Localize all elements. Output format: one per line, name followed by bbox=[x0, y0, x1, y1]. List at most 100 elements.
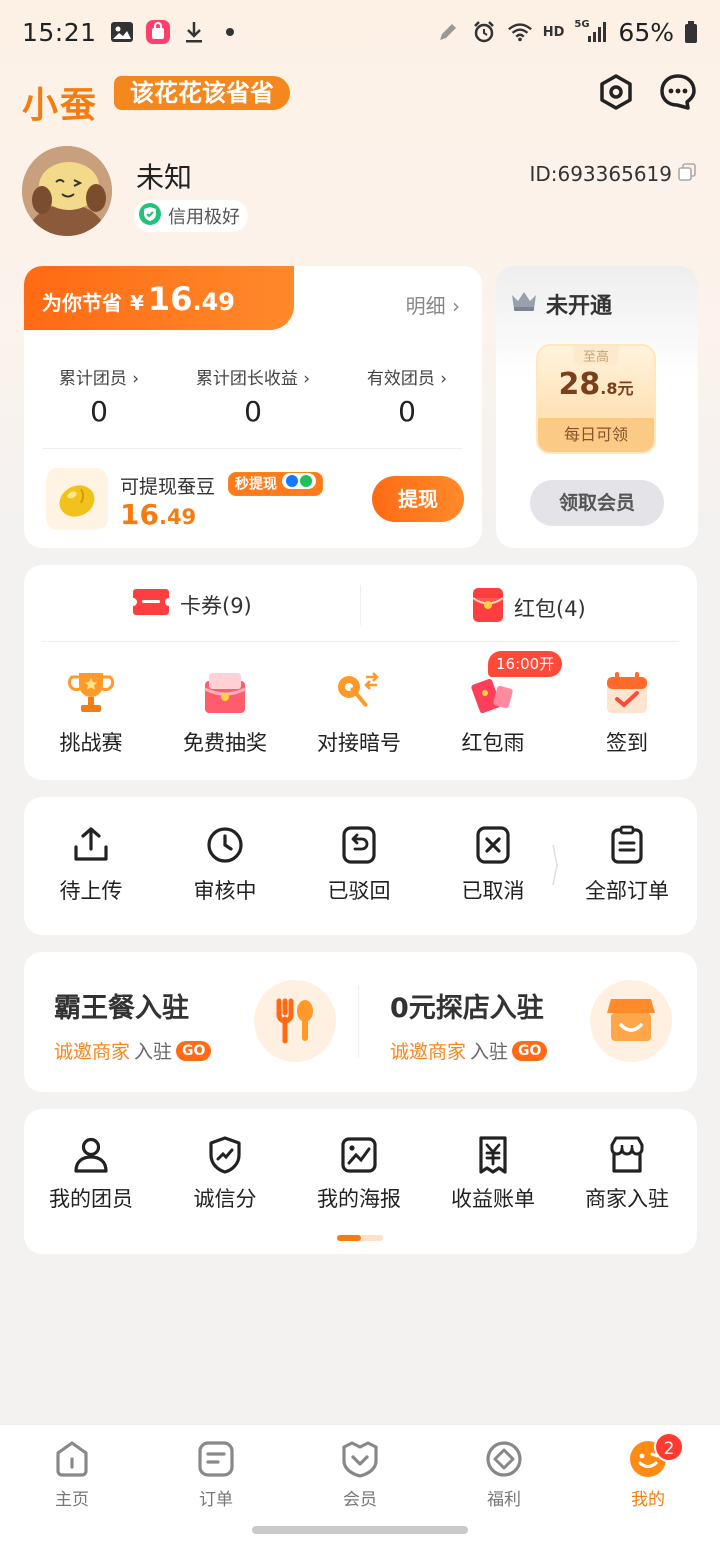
cards-coupons-label: 卡券(9) bbox=[180, 593, 252, 618]
vip-ticket-daily: 每日可领 bbox=[538, 418, 654, 452]
tools-card: 我的团员 诚信分 我的海报 收益账单 商家入驻 bbox=[24, 1109, 697, 1254]
vip-shield-icon bbox=[340, 1439, 380, 1479]
home-indicator[interactable] bbox=[252, 1526, 468, 1534]
tool-label: 我的海报 bbox=[317, 1187, 401, 1211]
message-icon[interactable] bbox=[658, 72, 698, 112]
check-in-label: 签到 bbox=[606, 731, 648, 755]
red-packet-rain-item[interactable]: 红包雨 bbox=[426, 667, 560, 757]
dot-icon bbox=[217, 19, 243, 45]
battery-icon bbox=[684, 19, 698, 45]
free-lottery-item[interactable]: 免费抽奖 bbox=[158, 667, 292, 757]
red-packet-icon bbox=[472, 587, 504, 628]
notification-badge: 2 bbox=[654, 1432, 684, 1462]
savings-label: 为你节省 bbox=[42, 291, 122, 315]
stat-total-members[interactable]: 累计团员 › 0 bbox=[24, 364, 174, 428]
storefront-icon bbox=[590, 980, 672, 1062]
order-cancelled[interactable]: 已取消 bbox=[426, 825, 560, 905]
challenge-item[interactable]: 挑战赛 bbox=[24, 667, 158, 757]
nav-welfare[interactable]: 福利 bbox=[454, 1439, 554, 1510]
go-tag: GO bbox=[512, 1040, 548, 1061]
nav-label: 福利 bbox=[487, 1490, 521, 1510]
settings-icon[interactable] bbox=[596, 72, 636, 112]
credit-badge[interactable]: 信用极好 bbox=[134, 200, 248, 232]
alarm-icon bbox=[471, 19, 497, 45]
nav-label: 会员 bbox=[343, 1490, 377, 1510]
vip-ticket: 至高 28.8元 每日可领 bbox=[536, 344, 656, 454]
user-id[interactable]: ID:693365619 bbox=[529, 162, 696, 186]
bean-amount-int: 16 bbox=[120, 498, 159, 531]
calendar-check-icon bbox=[601, 667, 653, 719]
diamond-coin-icon bbox=[484, 1439, 524, 1479]
tool-merchant-join[interactable]: 商家入驻 bbox=[560, 1135, 694, 1213]
download-icon bbox=[181, 19, 207, 45]
user-icon bbox=[71, 1135, 111, 1175]
alipay-wechat-icon bbox=[281, 473, 316, 496]
vip-ticket-top: 至高 bbox=[572, 346, 619, 365]
order-rejected[interactable]: 已驳回 bbox=[292, 825, 426, 905]
upload-icon bbox=[71, 825, 111, 865]
nav-membership[interactable]: 会员 bbox=[310, 1439, 410, 1510]
key-icon bbox=[333, 667, 385, 719]
nav-label: 主页 bbox=[55, 1490, 89, 1510]
free-meal-sub-a: 诚邀商家 bbox=[54, 1041, 131, 1063]
tool-earnings-bill[interactable]: 收益账单 bbox=[426, 1135, 560, 1213]
stat-value: 0 bbox=[398, 395, 416, 428]
instant-withdraw-text: 秒提现 bbox=[235, 476, 277, 493]
red-packets-link[interactable]: 红包(4) bbox=[472, 587, 586, 628]
challenge-label: 挑战赛 bbox=[59, 731, 123, 755]
stat-leader-earnings[interactable]: 累计团长收益 › 0 bbox=[178, 364, 328, 428]
shield-check-icon bbox=[138, 202, 162, 231]
copy-icon[interactable] bbox=[678, 162, 696, 186]
orders-card: 待上传 审核中 已驳回 已取消 全部订单 bbox=[24, 797, 697, 935]
tool-label: 我的团员 bbox=[49, 1187, 133, 1211]
secret-code-label: 对接暗号 bbox=[317, 731, 401, 755]
go-tag: GO bbox=[176, 1040, 212, 1061]
order-label: 已取消 bbox=[461, 879, 525, 903]
signal-5g-label: 5G bbox=[574, 19, 590, 30]
order-label: 全部订单 bbox=[585, 879, 669, 903]
tool-integrity-score[interactable]: 诚信分 bbox=[158, 1135, 292, 1213]
cards-coupons-link[interactable]: 卡券(9) bbox=[132, 587, 252, 622]
divider bbox=[42, 448, 462, 449]
free-lottery-label: 免费抽奖 bbox=[183, 731, 267, 755]
tool-my-posters[interactable]: 我的海报 bbox=[292, 1135, 426, 1213]
withdrawable-label: 可提现蚕豆 bbox=[120, 476, 216, 498]
order-label: 待上传 bbox=[59, 879, 123, 903]
order-to-upload[interactable]: 待上传 bbox=[24, 825, 158, 905]
stat-title: 累计团员 › bbox=[58, 369, 140, 389]
free-meal-join[interactable]: 霸王餐入驻 诚邀商家 入驻 GO bbox=[54, 986, 212, 1064]
nav-label: 我的 bbox=[631, 1490, 665, 1510]
page-indicator-active bbox=[337, 1235, 361, 1241]
credit-label: 信用极好 bbox=[168, 207, 240, 228]
nav-home[interactable]: 主页 bbox=[22, 1439, 122, 1510]
avatar[interactable] bbox=[22, 146, 112, 236]
bean-amount: 16.49 bbox=[120, 498, 196, 531]
stat-value: 0 bbox=[90, 395, 108, 428]
withdraw-button[interactable]: 提现 bbox=[372, 476, 464, 522]
app-logo: 小蚕 bbox=[22, 85, 99, 126]
check-in-item[interactable]: 签到 bbox=[560, 667, 694, 757]
shop-icon bbox=[607, 1135, 647, 1175]
yuan-bill-icon bbox=[473, 1135, 513, 1175]
return-icon bbox=[339, 825, 379, 865]
pen-icon bbox=[435, 19, 461, 45]
order-all[interactable]: 全部订单 bbox=[560, 825, 694, 905]
savings-amount-dec: .49 bbox=[192, 288, 235, 316]
tool-my-members[interactable]: 我的团员 bbox=[24, 1135, 158, 1213]
nav-orders[interactable]: 订单 bbox=[166, 1439, 266, 1510]
vip-card[interactable]: 未开通 至高 28.8元 每日可领 领取会员 bbox=[496, 266, 698, 548]
red-packets-label: 红包(4) bbox=[514, 596, 586, 621]
divider bbox=[360, 585, 361, 625]
order-reviewing[interactable]: 审核中 bbox=[158, 825, 292, 905]
free-meal-sub-b: 入驻 bbox=[134, 1041, 173, 1063]
secret-code-item[interactable]: 对接暗号 bbox=[292, 667, 426, 757]
free-meal-title: 霸王餐入驻 bbox=[54, 993, 189, 1024]
vip-ticket-dec: .8 bbox=[600, 379, 618, 398]
zero-yuan-visit-join[interactable]: 0元探店入驻 诚邀商家 入驻 GO bbox=[390, 986, 548, 1064]
activities-card: 卡券(9) 红包(4) 16:00开 挑战赛 免费抽奖 对接暗号 红包雨 签到 bbox=[24, 565, 697, 780]
order-label: 已驳回 bbox=[327, 879, 391, 903]
stat-active-members[interactable]: 有效团员 › 0 bbox=[332, 364, 482, 428]
savings-detail-link[interactable]: 明细 › bbox=[406, 290, 460, 319]
claim-vip-button[interactable]: 领取会员 bbox=[530, 480, 664, 526]
order-list-icon bbox=[196, 1439, 236, 1479]
